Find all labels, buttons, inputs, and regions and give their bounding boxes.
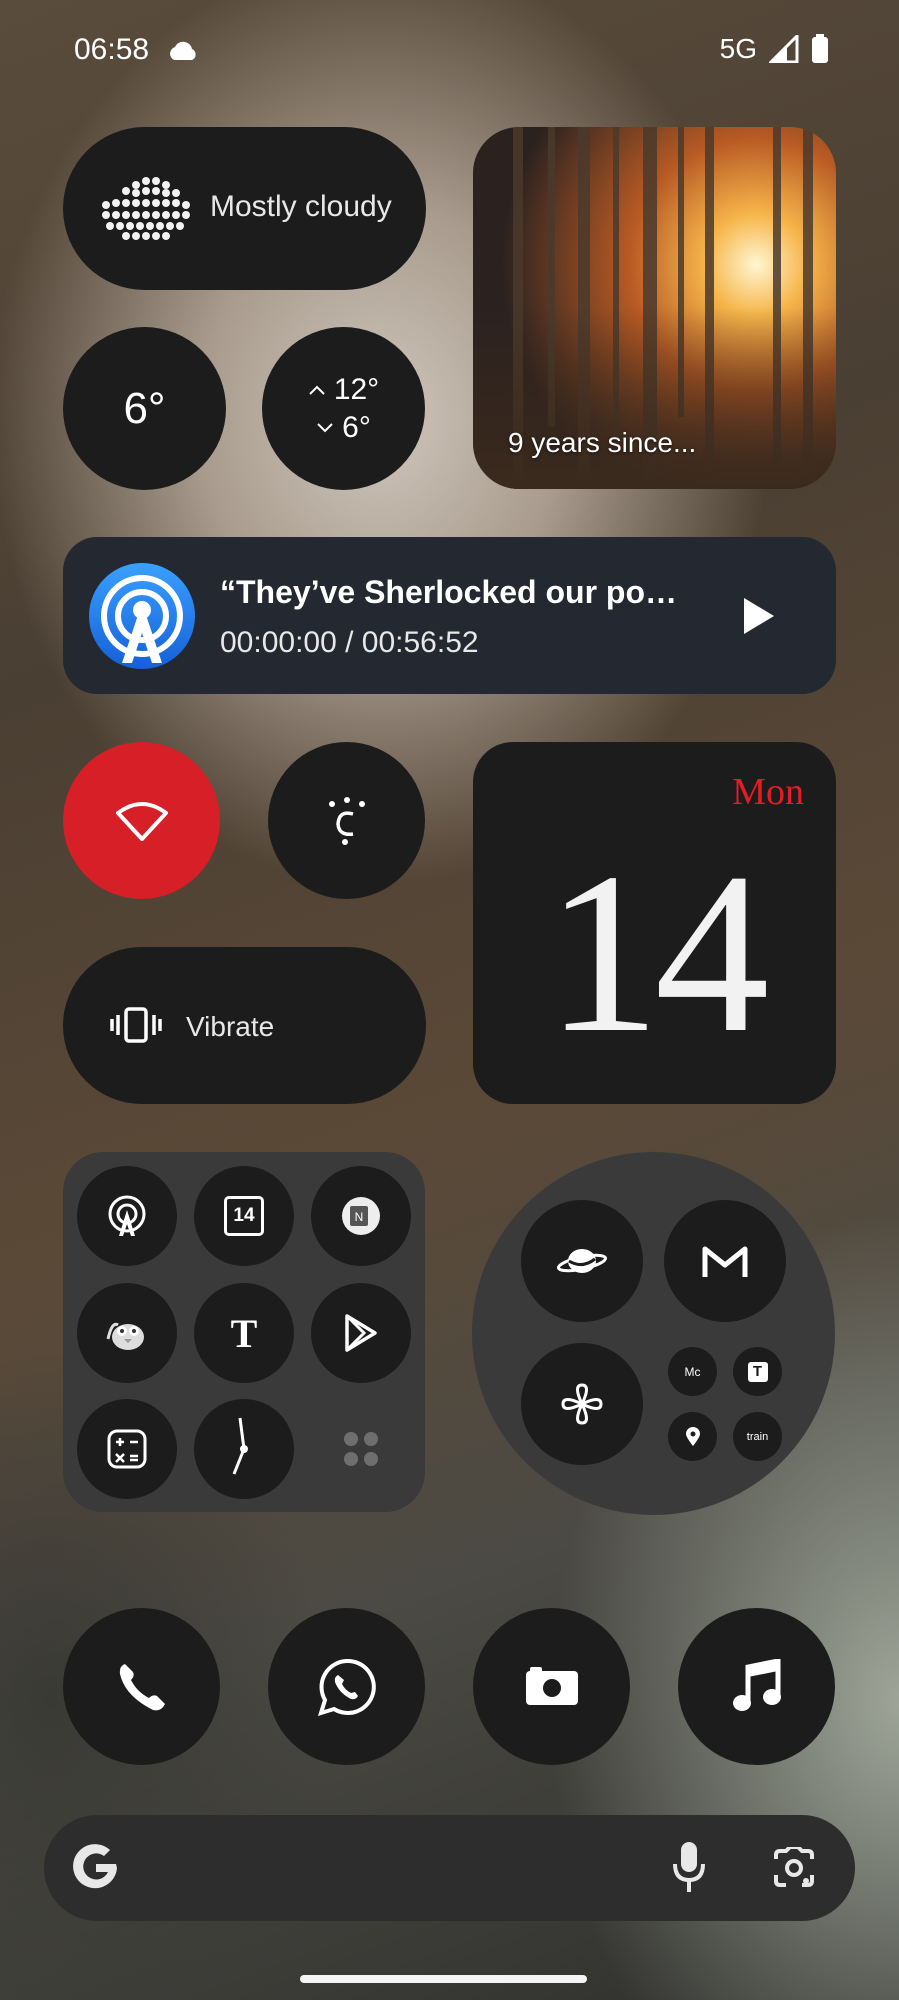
calculator-app[interactable] [77,1399,177,1499]
google-search-bar[interactable] [44,1815,855,1921]
mini-app-t-icon: T [747,1361,768,1382]
vibrate-icon [110,1007,162,1043]
music-icon [732,1658,781,1711]
calendar-app[interactable]: 14 [194,1166,294,1266]
play-store-icon [345,1314,377,1352]
browser-app[interactable] [521,1200,643,1322]
calendar-app-icon: 14 [224,1196,264,1236]
calendar-date: 14 [545,825,770,1080]
photo-caption: 9 years since... [508,427,697,458]
music-app[interactable] [678,1608,835,1765]
notes-app[interactable]: N [311,1166,411,1266]
phone-app[interactable] [63,1608,220,1765]
wifi-toggle[interactable] [63,742,220,899]
chevron-down-icon [317,422,333,432]
mini-app-mc[interactable]: Mc [668,1347,717,1396]
pinwheel-app[interactable] [521,1343,643,1465]
more-apps-icon [344,1432,378,1466]
signal-icon [769,35,799,63]
clock-app[interactable] [194,1399,294,1499]
current-temp[interactable]: 6° [63,327,226,490]
play-store-app[interactable] [311,1283,411,1383]
clock-icon [232,1417,248,1475]
duolingo-app[interactable] [77,1283,177,1383]
chevron-up-icon [309,385,325,395]
temp-low: 6° [342,410,371,444]
lens-icon[interactable] [772,1847,816,1889]
status-time: 06:58 [74,33,150,66]
status-right: 5G [720,33,829,65]
temp-high: 12° [333,372,380,406]
gmail-app[interactable] [664,1200,786,1322]
podcast-title: “They’ve Sherlocked our po… [220,574,677,610]
caffeine-icon [328,796,365,845]
mini-app-maps[interactable] [668,1412,717,1461]
svg-text:N: N [355,1210,364,1224]
browser-icon [557,1249,607,1273]
podcasts-mono-icon [108,1195,146,1236]
caffeine-toggle[interactable] [268,742,425,899]
weather-condition: Mostly cloudy [210,190,392,223]
wifi-icon [115,801,168,841]
weather-cloud-icon [102,177,190,240]
more-apps-button[interactable] [311,1399,411,1499]
pinwheel-icon [561,1383,603,1425]
svg-text:T: T [231,1311,258,1355]
vibrate-label: Vibrate [186,1011,275,1042]
home-indicator[interactable] [300,1975,587,1983]
calendar-day: Mon [732,771,804,813]
network-label: 5G [719,33,757,64]
location-icon [685,1426,700,1446]
nytimes-icon: T [231,1311,258,1355]
battery-icon [812,34,828,63]
camera-app[interactable] [473,1608,630,1765]
phone-icon [119,1663,165,1710]
temp-range[interactable]: 12° 6° [262,327,425,490]
podcasts-app[interactable] [77,1166,177,1266]
google-icon[interactable] [72,1844,120,1892]
cloud-icon [170,41,196,60]
app-folder[interactable] [472,1152,835,1515]
whatsapp-icon [317,1658,376,1716]
camera-icon [525,1666,578,1705]
temp-low-row: 6° [316,409,371,447]
mini-app-train[interactable]: train [733,1412,782,1461]
play-icon[interactable] [742,596,776,636]
mic-icon[interactable] [673,1840,705,1896]
podcast-progress: 00:00:00 / 00:56:52 [220,626,479,659]
nytimes-app[interactable]: T [194,1283,294,1383]
temp-high-row: 12° [308,371,379,409]
podcasts-icon [89,563,195,669]
notes-icon: N [342,1197,380,1235]
mini-app-t[interactable]: T [733,1347,782,1396]
calculator-icon [107,1429,147,1469]
duolingo-icon [106,1322,144,1350]
gmail-icon [702,1246,748,1277]
whatsapp-app[interactable] [268,1608,425,1765]
